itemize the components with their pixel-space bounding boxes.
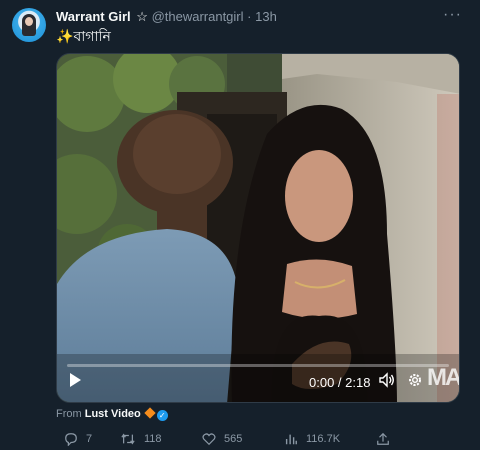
- source-name[interactable]: Lust Video: [85, 408, 141, 420]
- video-controls: 0:00 / 2:18 MA: [57, 360, 459, 400]
- time-separator: /: [334, 375, 346, 390]
- video-watermark: MA: [427, 364, 460, 391]
- more-options-icon[interactable]: ···: [443, 6, 462, 24]
- orange-diamond-icon: [144, 407, 156, 419]
- share-button[interactable]: [376, 432, 398, 446]
- video-player[interactable]: 0:00 / 2:18 MA: [56, 53, 460, 403]
- reply-icon: [65, 433, 77, 446]
- volume-icon[interactable]: [379, 372, 395, 388]
- like-button[interactable]: 565: [202, 432, 242, 446]
- action-bar: 7 118 565 116.7K: [56, 430, 460, 450]
- current-time: 0:00: [309, 375, 335, 390]
- share-icon: [377, 432, 389, 445]
- source-prefix: From: [56, 408, 82, 420]
- avatar[interactable]: [12, 8, 46, 42]
- video-timer: 0:00 / 2:18: [309, 375, 370, 390]
- author-badge-icon: ☆: [136, 9, 148, 24]
- repost-icon: [121, 433, 135, 445]
- settings-icon[interactable]: [407, 372, 423, 388]
- tweet-text-content: বাগানি: [73, 28, 111, 44]
- repost-button[interactable]: 118: [120, 432, 162, 446]
- tweet-header: Warrant Girl ☆ @thewarrantgirl · 13h: [56, 9, 277, 25]
- views-button[interactable]: 116.7K: [284, 432, 340, 446]
- tweet[interactable]: Warrant Girl ☆ @thewarrantgirl · 13h ···…: [0, 0, 480, 450]
- progress-bar[interactable]: [67, 364, 449, 367]
- separator-dot: ·: [247, 9, 252, 24]
- video-frame: [57, 54, 459, 402]
- tweet-text: ✨বাগানি: [56, 27, 111, 45]
- avatar-face: [25, 17, 33, 26]
- duration: 2:18: [345, 375, 371, 390]
- author-handle[interactable]: @thewarrantgirl: [152, 9, 244, 24]
- views-icon: [285, 434, 297, 445]
- like-icon: [202, 433, 216, 446]
- author-name[interactable]: Warrant Girl: [56, 9, 131, 24]
- play-icon[interactable]: [67, 372, 83, 388]
- source-attribution: From Lust Video ✓: [56, 407, 168, 421]
- repost-count: 118: [144, 433, 162, 445]
- reply-button[interactable]: 7: [64, 432, 92, 446]
- post-time[interactable]: 13h: [255, 9, 277, 24]
- verified-icon: ✓: [156, 410, 168, 421]
- views-count: 116.7K: [306, 433, 341, 445]
- sparkle-emoji: ✨: [56, 28, 74, 44]
- reply-count: 7: [86, 433, 93, 445]
- like-count: 565: [224, 433, 243, 445]
